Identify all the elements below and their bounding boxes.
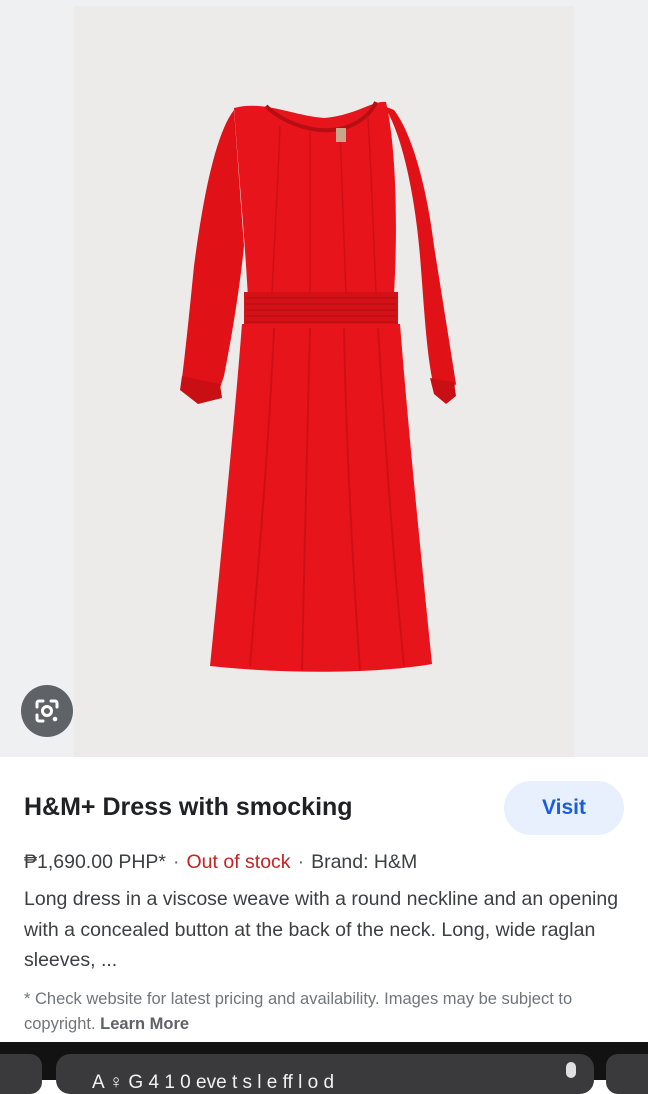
search-bar[interactable]: A ♀ G 4 1 0 eve t s l e ff l o d (56, 1054, 594, 1094)
image-area (0, 0, 648, 757)
bottom-search-bar: A ♀ G 4 1 0 eve t s l e ff l o d (0, 1042, 648, 1094)
brand: Brand: H&M (311, 851, 418, 873)
product-meta: ₱1,690.00 PHP* · Out of stock · Brand: H&M (24, 851, 417, 874)
learn-more-link[interactable]: Learn More (100, 1015, 189, 1033)
product-description: Long dress in a viscose weave with a rou… (24, 888, 619, 971)
right-nav-button[interactable] (606, 1054, 648, 1094)
dress-illustration (180, 101, 456, 672)
mic-icon[interactable] (566, 1062, 576, 1078)
search-bar-text: A ♀ G 4 1 0 eve t s l e ff l o d (92, 1072, 335, 1093)
product-info-panel: H&M+ Dress with smocking Visit ₱1,690.00… (0, 757, 648, 1042)
google-lens-button[interactable] (21, 685, 73, 737)
stock-status: Out of stock (186, 851, 291, 873)
google-lens-icon (35, 699, 59, 723)
visit-button[interactable]: Visit (504, 781, 624, 835)
separator-dot: · (297, 851, 305, 873)
separator-dot: · (173, 851, 180, 873)
product-title[interactable]: H&M+ Dress with smocking (24, 793, 353, 822)
price: ₱1,690.00 PHP* (24, 851, 167, 873)
left-nav-button[interactable] (0, 1054, 42, 1094)
product-image[interactable] (74, 6, 574, 757)
disclaimer: * Check website for latest pricing and a… (24, 987, 624, 1037)
